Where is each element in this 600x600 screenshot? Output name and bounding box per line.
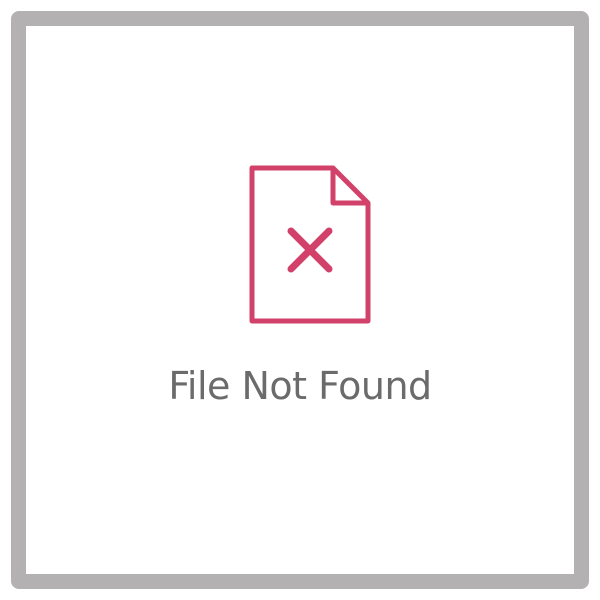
file-not-found-screen: File Not Found bbox=[0, 0, 600, 600]
error-message: File Not Found bbox=[168, 364, 432, 408]
file-error-icon bbox=[247, 163, 373, 326]
